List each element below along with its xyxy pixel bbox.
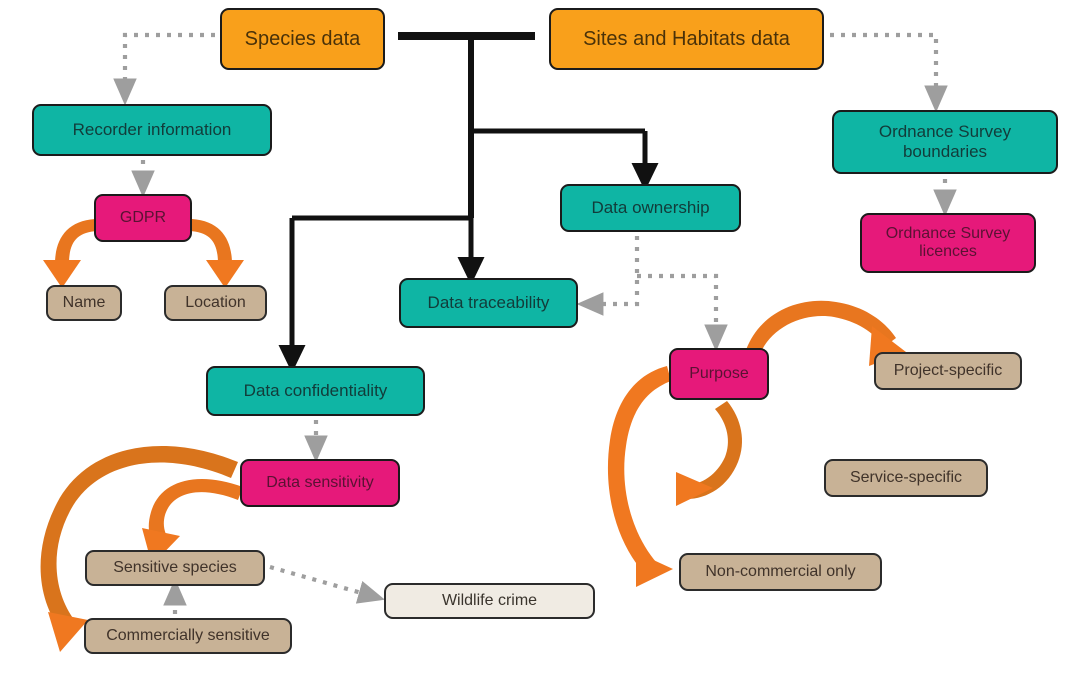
node-data-traceability[interactable]: Data traceability xyxy=(399,278,578,328)
node-gdpr[interactable]: GDPR xyxy=(94,194,192,242)
node-label: Species data xyxy=(244,27,361,50)
node-name[interactable]: Name xyxy=(46,285,122,321)
node-label: Sensitive species xyxy=(113,558,237,576)
node-label: Recorder information xyxy=(72,120,232,140)
node-service-specific[interactable]: Service-specific xyxy=(824,459,988,497)
node-ordnance-survey-licences[interactable]: Ordnance Survey licences xyxy=(860,213,1036,273)
node-recorder-information[interactable]: Recorder information xyxy=(32,104,272,156)
node-label: Ordnance Survey boundaries xyxy=(878,122,1012,161)
node-label: GDPR xyxy=(119,208,167,226)
node-label: Data confidentiality xyxy=(243,381,388,401)
node-data-confidentiality[interactable]: Data confidentiality xyxy=(206,366,425,416)
node-ordnance-survey-boundaries[interactable]: Ordnance Survey boundaries xyxy=(832,110,1058,174)
node-label: Name xyxy=(62,293,106,311)
node-commercially-sensitive[interactable]: Commercially sensitive xyxy=(84,618,292,654)
edge-sites-to-os-boundaries xyxy=(830,32,948,113)
arrow-gdpr-to-name xyxy=(43,219,98,288)
node-label: Sites and Habitats data xyxy=(583,27,790,50)
node-wildlife-crime[interactable]: Wildlife crime xyxy=(384,583,595,619)
node-label: Wildlife crime xyxy=(441,591,538,609)
arrow-purpose-to-non-commercial xyxy=(607,366,673,587)
node-species-data[interactable]: Species data xyxy=(220,8,385,70)
node-project-specific[interactable]: Project-specific xyxy=(874,352,1022,390)
node-non-commercial-only[interactable]: Non-commercial only xyxy=(679,553,882,591)
node-label: Project-specific xyxy=(893,361,1003,379)
node-label: Non-commercial only xyxy=(705,562,856,580)
node-label: Data ownership xyxy=(591,198,710,218)
node-label: Location xyxy=(185,293,246,311)
node-data-sensitivity[interactable]: Data sensitivity xyxy=(240,459,400,507)
node-label: Data traceability xyxy=(427,293,550,313)
node-label: Service-specific xyxy=(849,468,963,486)
node-label: Purpose xyxy=(689,364,749,382)
flowchart-canvas: Species data Sites and Habitats data Rec… xyxy=(0,0,1080,675)
edge-sensitive-species-to-wildlife-crime xyxy=(269,564,385,604)
arrow-purpose-to-service-specific xyxy=(676,401,743,506)
node-label: Data sensitivity xyxy=(266,473,374,491)
node-purpose[interactable]: Purpose xyxy=(669,348,769,400)
edge-species-to-recorder xyxy=(113,32,215,106)
arrow-gdpr-to-location xyxy=(189,219,244,288)
node-sensitive-species[interactable]: Sensitive species xyxy=(85,550,265,586)
node-label: Commercially sensitive xyxy=(106,626,270,644)
node-label: Ordnance Survey licences xyxy=(885,224,1011,260)
edge-ownership-to-purpose xyxy=(637,273,728,352)
edge-ownership-to-traceability xyxy=(576,236,640,316)
node-sites-and-habitats-data[interactable]: Sites and Habitats data xyxy=(549,8,824,70)
node-data-ownership[interactable]: Data ownership xyxy=(560,184,741,232)
node-location[interactable]: Location xyxy=(164,285,267,321)
